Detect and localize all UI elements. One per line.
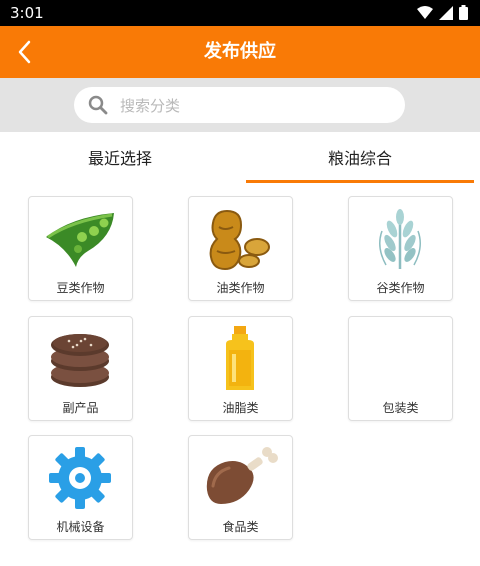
category-label: 食品类	[222, 520, 259, 534]
pea-pod-icon	[40, 205, 120, 273]
search-input[interactable]	[118, 87, 392, 125]
category-card-beans[interactable]: 豆类作物	[28, 196, 133, 301]
page-title: 发布供应	[204, 41, 276, 62]
status-icons	[417, 5, 468, 24]
drumstick-icon	[200, 444, 280, 512]
category-label: 豆类作物	[56, 281, 105, 295]
oil-bottle-icon	[200, 325, 280, 393]
search-box[interactable]	[74, 87, 405, 125]
category-card-grains[interactable]: 谷类作物	[348, 196, 453, 301]
category-card-fats-oils[interactable]: 油脂类	[188, 316, 293, 421]
search-icon	[88, 95, 108, 119]
wheat-icon	[360, 205, 440, 273]
category-label: 油类作物	[216, 281, 265, 295]
status-bar: 3:01	[0, 0, 480, 26]
category-label: 副产品	[62, 401, 99, 415]
category-card-packaging[interactable]: 包装类	[348, 316, 453, 421]
search-band	[0, 78, 480, 132]
packaging-icon-placeholder	[360, 325, 440, 393]
category-label: 油脂类	[222, 401, 259, 415]
active-tab-indicator	[246, 180, 474, 183]
status-time: 3:01	[10, 4, 44, 22]
back-arrow-icon	[18, 40, 31, 64]
category-card-oil-crops[interactable]: 油类作物	[188, 196, 293, 301]
tab-grain-oil[interactable]: 粮油综合	[240, 132, 480, 186]
category-label: 包装类	[382, 401, 419, 415]
cake-stack-icon	[40, 325, 120, 393]
category-card-food[interactable]: 食品类	[188, 435, 293, 540]
peanut-icon	[200, 205, 280, 273]
category-tabs: 最近选择 粮油综合	[0, 132, 480, 186]
category-card-machinery[interactable]: 机械设备	[28, 435, 133, 540]
category-card-byproducts[interactable]: 副产品	[28, 316, 133, 421]
category-label: 机械设备	[56, 520, 105, 534]
tab-recent[interactable]: 最近选择	[0, 132, 240, 186]
signal-icon	[439, 5, 453, 24]
category-label: 谷类作物	[376, 281, 425, 295]
battery-icon	[459, 5, 468, 24]
app-bar: 发布供应	[0, 26, 480, 78]
wifi-icon	[417, 5, 433, 24]
gear-icon	[40, 444, 120, 512]
back-button[interactable]	[8, 36, 40, 68]
